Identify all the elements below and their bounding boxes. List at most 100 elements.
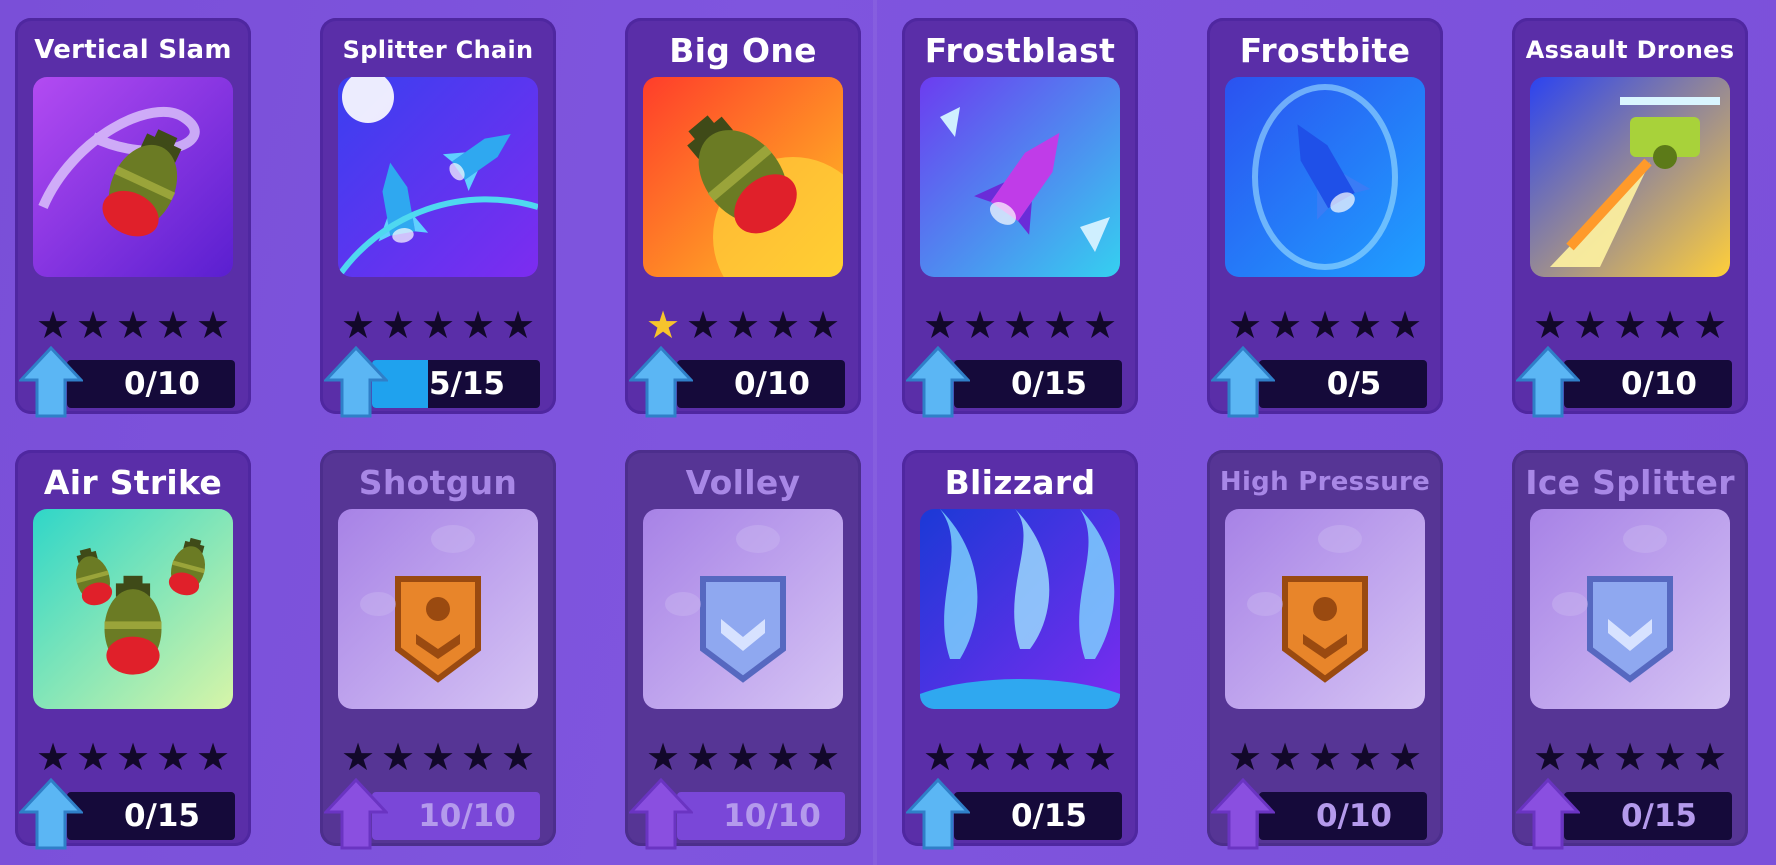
- star-icon: ★: [155, 735, 191, 779]
- upgrade-arrow-icon[interactable]: [627, 777, 695, 850]
- card-title: Big One: [669, 30, 817, 70]
- upgrade-arrow-icon[interactable]: [17, 777, 85, 850]
- upgrade-card[interactable]: Ice Splitter ★ ★ ★ ★ ★ 0/15: [1512, 450, 1748, 850]
- star-icon: ★: [1227, 303, 1263, 347]
- bombs-icon: [33, 509, 233, 709]
- star-icon: ★: [115, 735, 151, 779]
- silver-badge-icon: [643, 509, 843, 709]
- upgrade-arrow-icon[interactable]: [1514, 345, 1582, 418]
- card-title: Air Strike: [43, 462, 223, 502]
- progress-text: 10/10: [418, 798, 516, 834]
- upgrade-arrow-icon[interactable]: [17, 345, 85, 418]
- upgrade-arrow-icon[interactable]: [322, 777, 390, 850]
- upgrade-arrow-icon[interactable]: [1209, 777, 1277, 850]
- card-title: Shotgun: [358, 462, 518, 502]
- upgrade-card[interactable]: High Pressure ★ ★ ★ ★ ★ 0/10: [1207, 450, 1443, 850]
- progress-text: 0/10: [123, 366, 201, 402]
- star-rating: ★ ★ ★ ★ ★: [33, 735, 233, 779]
- upgrade-arrow-icon[interactable]: [627, 345, 695, 418]
- star-icon: ★: [1387, 735, 1423, 779]
- upgrade-card[interactable]: Blizzard ★ ★ ★ ★ ★ 0/15: [902, 450, 1138, 850]
- progress-text: 0/15: [123, 798, 201, 834]
- upgrade-arrow-icon[interactable]: [322, 345, 390, 418]
- progress-bar: 0/10: [677, 360, 845, 408]
- star-rating: ★ ★ ★ ★ ★: [920, 735, 1120, 779]
- progress-bar: 0/10: [67, 360, 235, 408]
- star-icon: ★: [1387, 303, 1423, 347]
- drone-icon: [1530, 77, 1730, 277]
- star-icon: ★: [1532, 303, 1568, 347]
- progress-bar: 0/5: [1259, 360, 1427, 408]
- star-icon: ★: [35, 735, 71, 779]
- star-icon: ★: [1002, 735, 1038, 779]
- upgrade-card[interactable]: Air Strike ★ ★ ★ ★ ★ 0/15: [15, 450, 251, 850]
- star-rating: ★ ★ ★ ★ ★: [1530, 303, 1730, 347]
- star-icon: ★: [75, 735, 111, 779]
- bronze-badge-icon: [1225, 509, 1425, 709]
- card-title: Vertical Slam: [34, 35, 232, 65]
- progress-text: 5/15: [428, 366, 506, 402]
- ice-rocket-icon: [920, 77, 1120, 277]
- upgrade-card[interactable]: Frostblast ★ ★ ★ ★ ★ 0/15: [902, 18, 1138, 418]
- star-icon: ★: [1307, 735, 1343, 779]
- progress-bar: 5/15: [372, 360, 540, 408]
- upgrade-arrow-icon[interactable]: [1514, 777, 1582, 850]
- progress-text: 0/5: [1326, 366, 1382, 402]
- star-icon: ★: [962, 303, 998, 347]
- star-icon: ★: [1347, 303, 1383, 347]
- splitting-rocket-icon: [338, 77, 538, 277]
- card-title: Volley: [685, 462, 801, 502]
- progress-bar: 0/15: [1564, 792, 1732, 840]
- star-icon: ★: [1532, 735, 1568, 779]
- upgrade-card[interactable]: Shotgun ★ ★ ★ ★ ★ 10/10: [320, 450, 556, 850]
- upgrade-arrow-icon[interactable]: [904, 345, 972, 418]
- star-icon: ★: [460, 735, 496, 779]
- star-icon: ★: [765, 303, 801, 347]
- progress-text: 0/10: [733, 366, 811, 402]
- progress-text: 0/10: [1620, 366, 1698, 402]
- upgrade-card[interactable]: Big One ★ ★ ★ ★ ★ 0/10: [625, 18, 861, 418]
- progress-text: 0/10: [1315, 798, 1393, 834]
- star-icon: ★: [1227, 735, 1263, 779]
- card-title: Assault Drones: [1525, 36, 1735, 64]
- star-icon: ★: [380, 735, 416, 779]
- star-icon: ★: [685, 303, 721, 347]
- star-rating: ★ ★ ★ ★ ★: [1225, 735, 1425, 779]
- upgrade-card[interactable]: Vertical Slam ★ ★ ★ ★ ★ 0/10: [15, 18, 251, 418]
- card-title: Blizzard: [944, 462, 1096, 502]
- progress-bar: 0/15: [954, 792, 1122, 840]
- upgrade-card[interactable]: Splitter Chain ★ ★ ★ ★ ★ 5/15: [320, 18, 556, 418]
- star-rating: ★ ★ ★ ★ ★: [33, 303, 233, 347]
- silver-badge-icon: [1530, 509, 1730, 709]
- upgrade-card[interactable]: Volley ★ ★ ★ ★ ★ 10/10: [625, 450, 861, 850]
- star-icon: ★: [1572, 735, 1608, 779]
- star-rating: ★ ★ ★ ★ ★: [643, 303, 843, 347]
- upgrade-arrow-icon[interactable]: [1209, 345, 1277, 418]
- upgrade-card[interactable]: Frostbite ★ ★ ★ ★ ★ 0/5: [1207, 18, 1443, 418]
- progress-bar: 0/15: [954, 360, 1122, 408]
- star-icon: ★: [962, 735, 998, 779]
- progress-text: 0/15: [1010, 798, 1088, 834]
- blue-flames-icon: [920, 509, 1120, 709]
- star-icon: ★: [1652, 303, 1688, 347]
- star-icon: ★: [75, 303, 111, 347]
- star-icon: ★: [35, 303, 71, 347]
- star-icon: ★: [1692, 735, 1728, 779]
- star-rating: ★ ★ ★ ★ ★: [643, 735, 843, 779]
- big-bomb-icon: [643, 77, 843, 277]
- star-icon: ★: [805, 303, 841, 347]
- star-icon: ★: [725, 735, 761, 779]
- bomb-icon: [33, 77, 233, 277]
- star-rating: ★ ★ ★ ★ ★: [338, 303, 538, 347]
- star-icon: ★: [1307, 303, 1343, 347]
- star-icon: ★: [645, 735, 681, 779]
- star-icon: ★: [1042, 303, 1078, 347]
- star-icon: ★: [1267, 303, 1303, 347]
- star-icon: ★: [922, 735, 958, 779]
- progress-bar: 0/10: [1259, 792, 1427, 840]
- star-icon: ★: [195, 735, 231, 779]
- upgrade-card[interactable]: Assault Drones ★ ★ ★ ★ ★ 0/10: [1512, 18, 1748, 418]
- bronze-badge-icon: [338, 509, 538, 709]
- upgrade-arrow-icon[interactable]: [904, 777, 972, 850]
- star-icon: ★: [500, 303, 536, 347]
